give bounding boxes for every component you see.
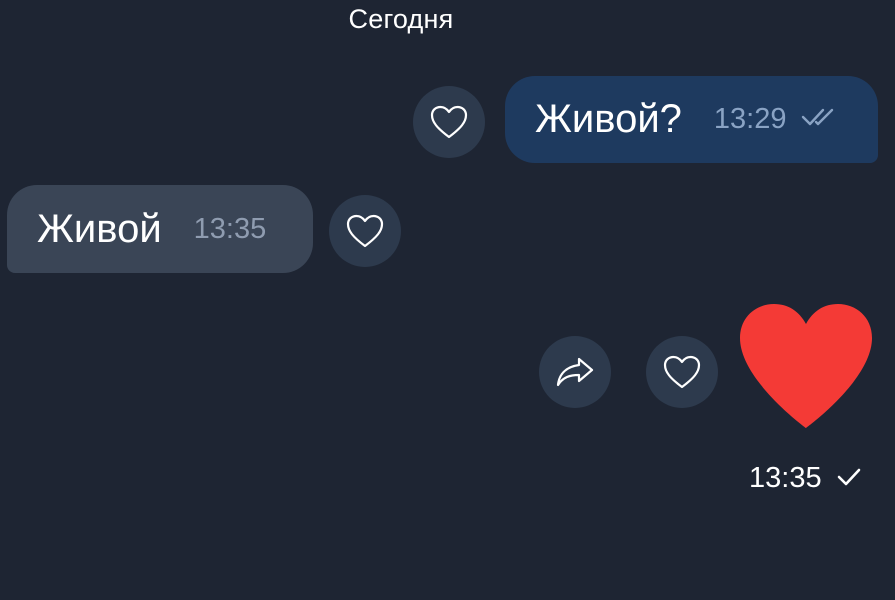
- share-button[interactable]: [539, 336, 611, 408]
- message-text: Живой: [37, 206, 162, 251]
- message-time: 13:35: [193, 212, 267, 245]
- message-time: 13:29: [713, 103, 787, 135]
- share-arrow-icon: [556, 357, 594, 387]
- reaction-button[interactable]: [646, 336, 718, 408]
- heart-outline-icon: [663, 355, 701, 389]
- reaction-button[interactable]: [329, 195, 401, 267]
- message-text: Живой?: [535, 97, 682, 141]
- chat-view: Сегодня Живой? 13:29 Живой 13:35 13:35: [0, 0, 895, 600]
- reaction-button[interactable]: [413, 86, 485, 158]
- sticker-time-row: 13:35: [749, 462, 862, 495]
- heart-sticker[interactable]: [736, 300, 876, 430]
- double-check-icon: [801, 106, 839, 133]
- date-separator: Сегодня: [348, 4, 454, 34]
- incoming-message-bubble[interactable]: Живой 13:35: [7, 185, 313, 273]
- heart-outline-icon: [430, 105, 468, 139]
- check-icon: [836, 462, 862, 495]
- heart-outline-icon: [346, 214, 384, 248]
- outgoing-message-bubble[interactable]: Живой? 13:29: [505, 76, 878, 163]
- message-time: 13:35: [749, 462, 822, 494]
